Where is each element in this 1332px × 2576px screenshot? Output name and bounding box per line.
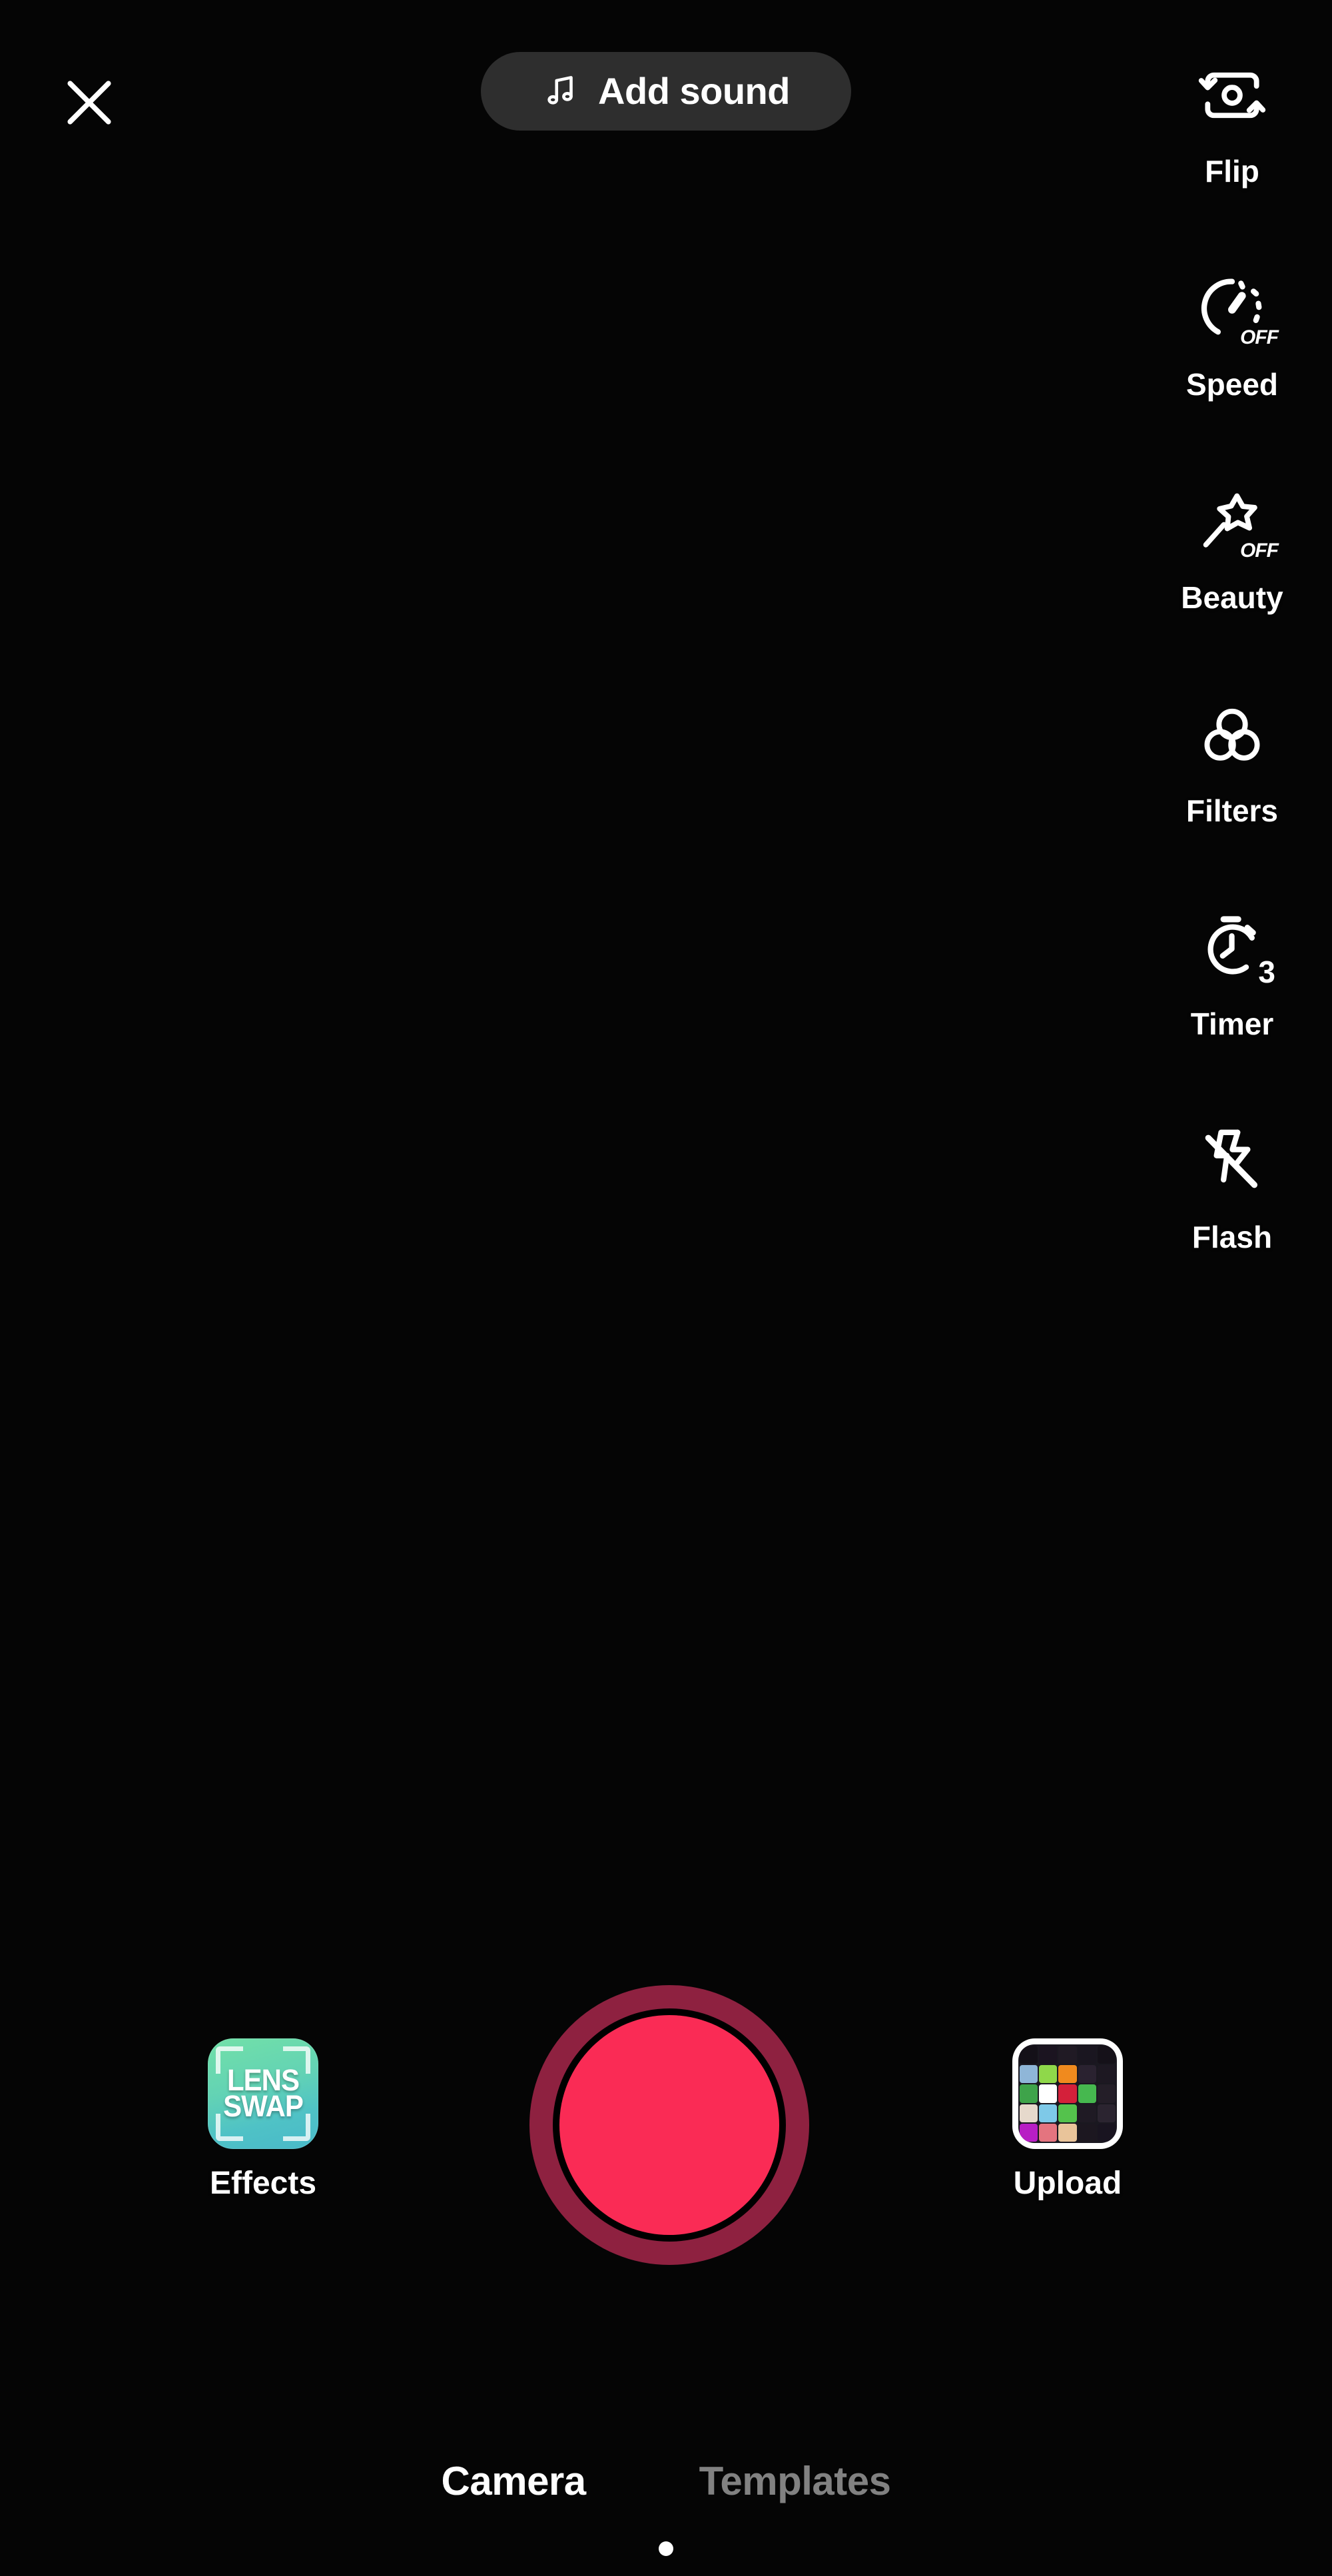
gallery-cell: [1078, 2104, 1096, 2122]
side-item-speed[interactable]: OFF Speed: [1132, 253, 1332, 466]
side-toolbar: Flip OFF Speed OFF Beauty Filters 3 Time…: [1132, 40, 1332, 1319]
record-button[interactable]: [529, 1985, 809, 2265]
gallery-cell: [1078, 2065, 1096, 2084]
gallery-cell: [1058, 2123, 1077, 2142]
close-icon: [59, 72, 120, 137]
side-item-label: Flip: [1205, 154, 1259, 189]
gallery-cell: [1097, 2123, 1116, 2142]
effects-button[interactable]: LENS SWAP Effects: [180, 2038, 346, 2200]
side-item-beauty[interactable]: OFF Beauty: [1132, 466, 1332, 679]
effects-thumbnail-line2: SWAP: [223, 2089, 304, 2123]
gallery-cell: [1020, 2123, 1038, 2142]
record-button-inner: [559, 2015, 779, 2235]
effects-thumbnail: LENS SWAP: [208, 2038, 318, 2149]
tab-camera[interactable]: Camera: [442, 2461, 587, 2501]
gallery-cell: [1097, 2065, 1116, 2084]
side-item-label: Timer: [1190, 1007, 1274, 1041]
filters-circles-icon: [1182, 685, 1282, 785]
gallery-cell: [1097, 2104, 1116, 2122]
gallery-cell: [1020, 2065, 1038, 2084]
gallery-cell: [1020, 2084, 1038, 2103]
gallery-cell: [1058, 2104, 1077, 2122]
add-sound-label: Add sound: [598, 70, 790, 112]
beauty-badge: OFF: [1240, 540, 1279, 562]
side-item-label: Speed: [1185, 367, 1279, 402]
gallery-cell: [1058, 2046, 1077, 2064]
page-indicator-dot: [659, 2541, 673, 2556]
gallery-cell: [1039, 2046, 1058, 2064]
side-item-flash[interactable]: Flash: [1132, 1106, 1332, 1319]
gallery-cell: [1078, 2084, 1096, 2103]
gallery-cell: [1039, 2065, 1058, 2084]
gallery-cell: [1039, 2104, 1058, 2122]
flash-off-icon: [1182, 1111, 1282, 1211]
gallery-cell: [1058, 2084, 1077, 2103]
side-item-flip[interactable]: Flip: [1132, 40, 1332, 253]
bottom-controls: LENS SWAP Effects Upload: [0, 1972, 1332, 2292]
side-item-label: Flash: [1191, 1220, 1273, 1254]
music-note-icon: [542, 71, 581, 113]
side-item-timer[interactable]: 3 Timer: [1132, 893, 1332, 1106]
side-item-filters[interactable]: Filters: [1132, 679, 1332, 893]
tab-templates[interactable]: Templates: [699, 2461, 891, 2501]
side-item-label: Filters: [1185, 793, 1279, 828]
add-sound-button[interactable]: Add sound: [481, 52, 851, 131]
stopwatch-icon: 3: [1182, 898, 1282, 998]
gallery-cell: [1039, 2084, 1058, 2103]
side-item-label: Beauty: [1181, 580, 1283, 615]
speedometer-icon: OFF: [1182, 258, 1282, 358]
camera-flip-icon: [1182, 45, 1282, 145]
upload-thumbnail: [1012, 2038, 1123, 2149]
magic-wand-icon: OFF: [1182, 472, 1282, 572]
upload-label: Upload: [1013, 2166, 1122, 2201]
gallery-cell: [1078, 2123, 1096, 2142]
gallery-cell: [1039, 2123, 1058, 2142]
gallery-cell: [1078, 2046, 1096, 2064]
close-button[interactable]: [47, 61, 132, 147]
effects-label: Effects: [209, 2166, 317, 2201]
gallery-grid: [1018, 2044, 1117, 2143]
gallery-cell: [1058, 2065, 1077, 2084]
gallery-cell: [1097, 2046, 1116, 2064]
speed-badge: OFF: [1240, 326, 1279, 348]
bottom-tabs: Camera Templates: [0, 2441, 1332, 2521]
timer-badge: 3: [1258, 955, 1275, 989]
gallery-cell: [1020, 2046, 1038, 2064]
gallery-cell: [1020, 2104, 1038, 2122]
gallery-cell: [1097, 2084, 1116, 2103]
upload-button[interactable]: Upload: [984, 2038, 1151, 2200]
